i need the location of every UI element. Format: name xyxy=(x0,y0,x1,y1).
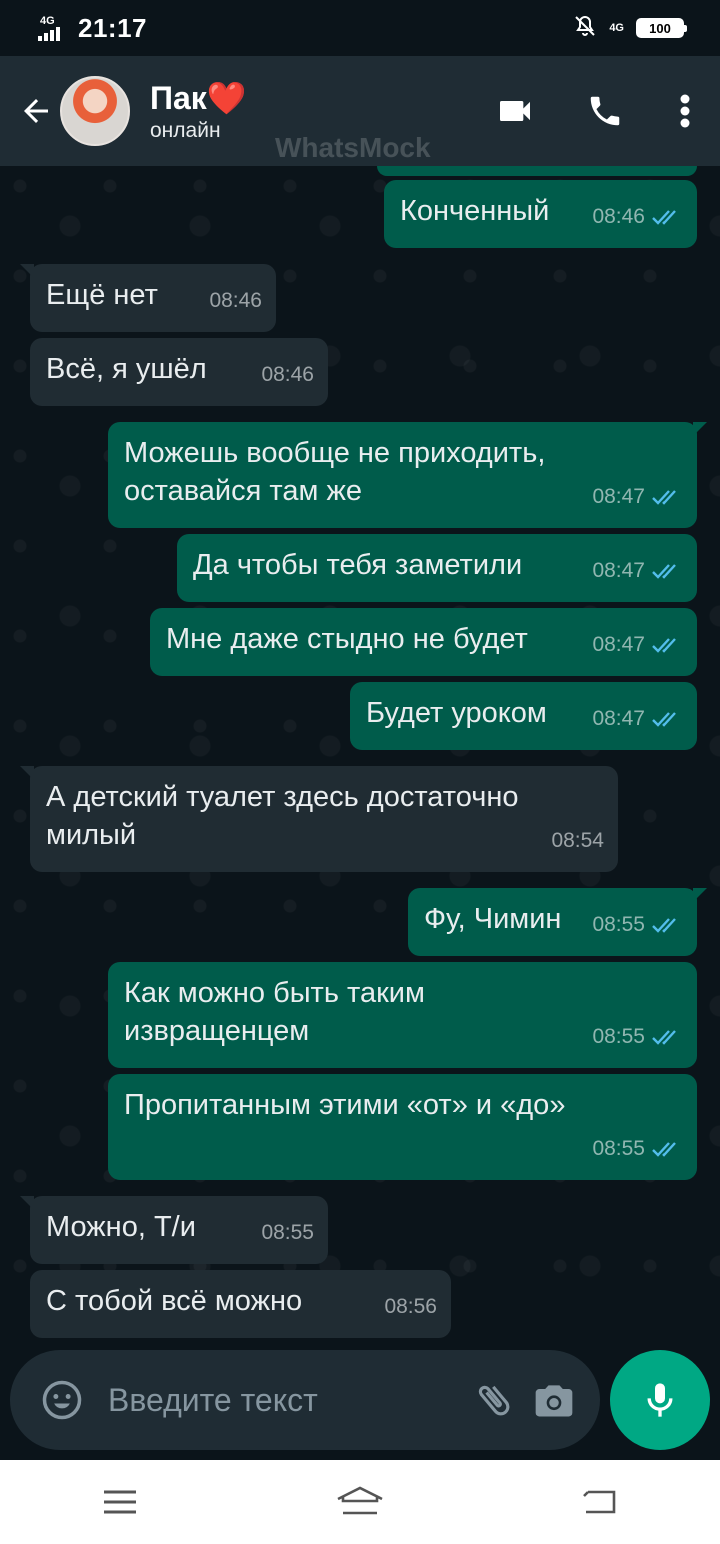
mic-icon xyxy=(647,1383,673,1417)
read-ticks-icon xyxy=(652,638,676,653)
avatar[interactable] xyxy=(60,76,130,146)
message-outgoing[interactable]: Как можно быть таким извращенцем 08:55 xyxy=(108,962,697,1068)
message-outgoing[interactable]: Конченный 08:46 xyxy=(384,180,697,248)
back-icon[interactable] xyxy=(560,1472,640,1532)
message-outgoing[interactable]: Фу, Чимин 08:55 xyxy=(408,888,707,956)
contact-info[interactable]: Пак❤️ онлайн xyxy=(150,79,247,143)
contact-status: онлайн xyxy=(150,119,221,142)
read-ticks-icon xyxy=(652,210,676,225)
battery-indicator: 100 xyxy=(636,18,687,38)
message-composer: Введите текст xyxy=(10,1350,600,1450)
back-arrow-icon[interactable] xyxy=(6,81,66,141)
message-outgoing[interactable]: Пропитанным этими «от» и «до» 08:55 xyxy=(108,1074,697,1180)
message-incoming[interactable]: Всё, я ушёл 08:46 xyxy=(30,338,328,406)
message-outgoing[interactable]: Да чтобы тебя заметили 08:47 xyxy=(177,534,697,602)
camera-icon[interactable] xyxy=(524,1370,584,1430)
message-time: 08:55 xyxy=(261,1221,314,1244)
more-vertical-icon[interactable] xyxy=(650,81,720,141)
message-outgoing[interactable]: Можешь вообще не приходить, оставайся та… xyxy=(108,422,707,528)
network-type-left: 4G xyxy=(40,15,55,27)
message-incoming[interactable]: А детский туалет здесь достаточно милый … xyxy=(20,766,618,872)
read-ticks-icon xyxy=(652,564,676,579)
heart-emoji: ❤️ xyxy=(206,80,247,116)
message-time: 08:47 xyxy=(592,485,645,508)
message-time: 08:47 xyxy=(592,707,645,730)
message-time: 08:55 xyxy=(592,1137,645,1160)
read-ticks-icon xyxy=(652,918,676,933)
message-text: А детский туалет здесь достаточно милый xyxy=(46,781,519,851)
mic-button[interactable] xyxy=(610,1350,710,1450)
home-icon[interactable] xyxy=(320,1472,400,1532)
message-time: 08:47 xyxy=(592,559,645,582)
status-right: 4G 100 xyxy=(573,14,687,43)
message-time: 08:55 xyxy=(592,1025,645,1048)
phone-icon[interactable] xyxy=(560,81,650,141)
message-time: 08:56 xyxy=(384,1295,437,1318)
mute-bell-icon xyxy=(573,14,597,43)
message-incoming[interactable]: Ещё нет 08:46 xyxy=(20,264,276,332)
message-time: 08:46 xyxy=(209,289,262,312)
message-incoming[interactable]: Можно, Т/и 08:55 xyxy=(20,1196,328,1264)
message-time: 08:46 xyxy=(261,363,314,386)
message-time: 08:47 xyxy=(592,633,645,656)
header-actions xyxy=(470,56,720,166)
watermark: WhatsMock xyxy=(275,132,431,163)
clock: 21:17 xyxy=(78,12,147,43)
message-list[interactable]: Конченный 08:46 Ещё нет 08:46 Всё, я ушё… xyxy=(0,166,720,1346)
message-text: Пропитанным этими «от» и «до» xyxy=(124,1089,566,1121)
system-navigation-bar xyxy=(0,1460,720,1544)
message-outgoing[interactable] xyxy=(377,166,697,176)
status-left: 4G 21:17 xyxy=(38,13,147,44)
menu-icon[interactable] xyxy=(80,1472,160,1532)
contact-name: Пак❤️ xyxy=(150,79,247,117)
read-ticks-icon xyxy=(652,712,676,727)
message-incoming[interactable]: С тобой всё можно 08:56 xyxy=(30,1270,451,1338)
video-call-icon[interactable] xyxy=(470,81,560,141)
message-time: 08:46 xyxy=(592,205,645,228)
message-outgoing[interactable]: Будет уроком 08:47 xyxy=(350,682,697,750)
read-ticks-icon xyxy=(652,1030,676,1045)
message-input[interactable]: Введите текст xyxy=(108,1382,464,1419)
message-text: С тобой всё можно xyxy=(46,1285,303,1317)
network-type-right: 4G xyxy=(609,22,624,34)
contact-name-text: Пак xyxy=(150,80,207,116)
read-ticks-icon xyxy=(652,1142,676,1157)
attach-icon[interactable] xyxy=(464,1370,524,1430)
status-bar: 4G 21:17 4G 100 xyxy=(0,0,720,56)
emoji-icon[interactable] xyxy=(32,1370,92,1430)
message-time: 08:55 xyxy=(592,913,645,936)
signal-icon: 4G xyxy=(38,15,68,41)
message-outgoing[interactable]: Мне даже стыдно не будет 08:47 xyxy=(150,608,697,676)
message-time: 08:54 xyxy=(551,829,604,852)
read-ticks-icon xyxy=(652,490,676,505)
